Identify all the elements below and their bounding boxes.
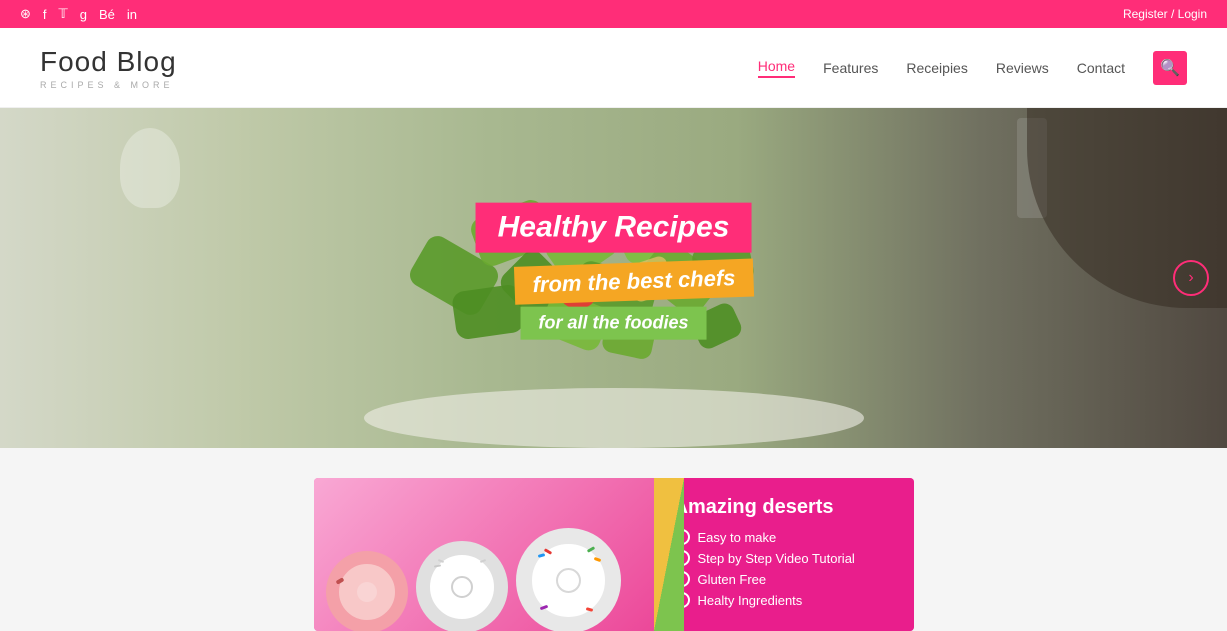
social-icons: ⊛ f 𝕋 g Bé in xyxy=(20,6,137,22)
logo-title: Food Blog xyxy=(40,46,177,78)
facebook-icon[interactable]: f xyxy=(43,7,47,22)
dessert-title: Amazing deserts xyxy=(674,496,894,519)
nav-home[interactable]: Home xyxy=(758,58,795,78)
hero-tagline: for all the foodies xyxy=(520,307,706,340)
dessert-feature-1: ✓ Easy to make xyxy=(674,529,894,545)
dessert-info: Amazing deserts ✓ Easy to make ✓ Step by… xyxy=(654,478,914,631)
bottom-section: Amazing deserts ✓ Easy to make ✓ Step by… xyxy=(0,448,1227,631)
main-nav: Home Features Receipies Reviews Contact … xyxy=(758,51,1187,85)
dessert-images xyxy=(314,478,654,631)
hero-next-button[interactable]: › xyxy=(1173,260,1209,296)
top-bar: ⊛ f 𝕋 g Bé in Register / Login xyxy=(0,0,1227,28)
hero-subheadline: from the best chefs xyxy=(513,258,753,304)
diagonal-stripe xyxy=(654,478,684,631)
dessert-card: Amazing deserts ✓ Easy to make ✓ Step by… xyxy=(314,478,914,631)
logo-subtitle: Recipes & More xyxy=(40,80,177,90)
linkedin-icon[interactable]: in xyxy=(127,7,137,22)
twitter-icon[interactable]: 𝕋 xyxy=(59,6,68,22)
dessert-feature-4: ✓ Healty Ingredients xyxy=(674,592,894,608)
hero-headline: Healthy Recipes xyxy=(476,203,752,253)
dessert-feature-3: ✓ Gluten Free xyxy=(674,571,894,587)
header: Food Blog Recipes & More Home Features R… xyxy=(0,28,1227,108)
nav-contact[interactable]: Contact xyxy=(1077,60,1125,76)
search-button[interactable]: 🔍 xyxy=(1153,51,1187,85)
nav-reviews[interactable]: Reviews xyxy=(996,60,1049,76)
hero-section: Healthy Recipes from the best chefs for … xyxy=(0,108,1227,448)
nav-features[interactable]: Features xyxy=(823,60,878,76)
register-login-link[interactable]: Register / Login xyxy=(1123,7,1207,21)
hero-content: Healthy Recipes from the best chefs for … xyxy=(474,203,753,340)
dessert-feature-2: ✓ Step by Step Video Tutorial xyxy=(674,550,894,566)
google-icon[interactable]: g xyxy=(80,7,87,22)
pinterest-icon[interactable]: ⊛ xyxy=(20,6,31,22)
logo: Food Blog Recipes & More xyxy=(40,46,177,90)
nav-receipies[interactable]: Receipies xyxy=(906,60,967,76)
behance-icon[interactable]: Bé xyxy=(99,7,115,22)
